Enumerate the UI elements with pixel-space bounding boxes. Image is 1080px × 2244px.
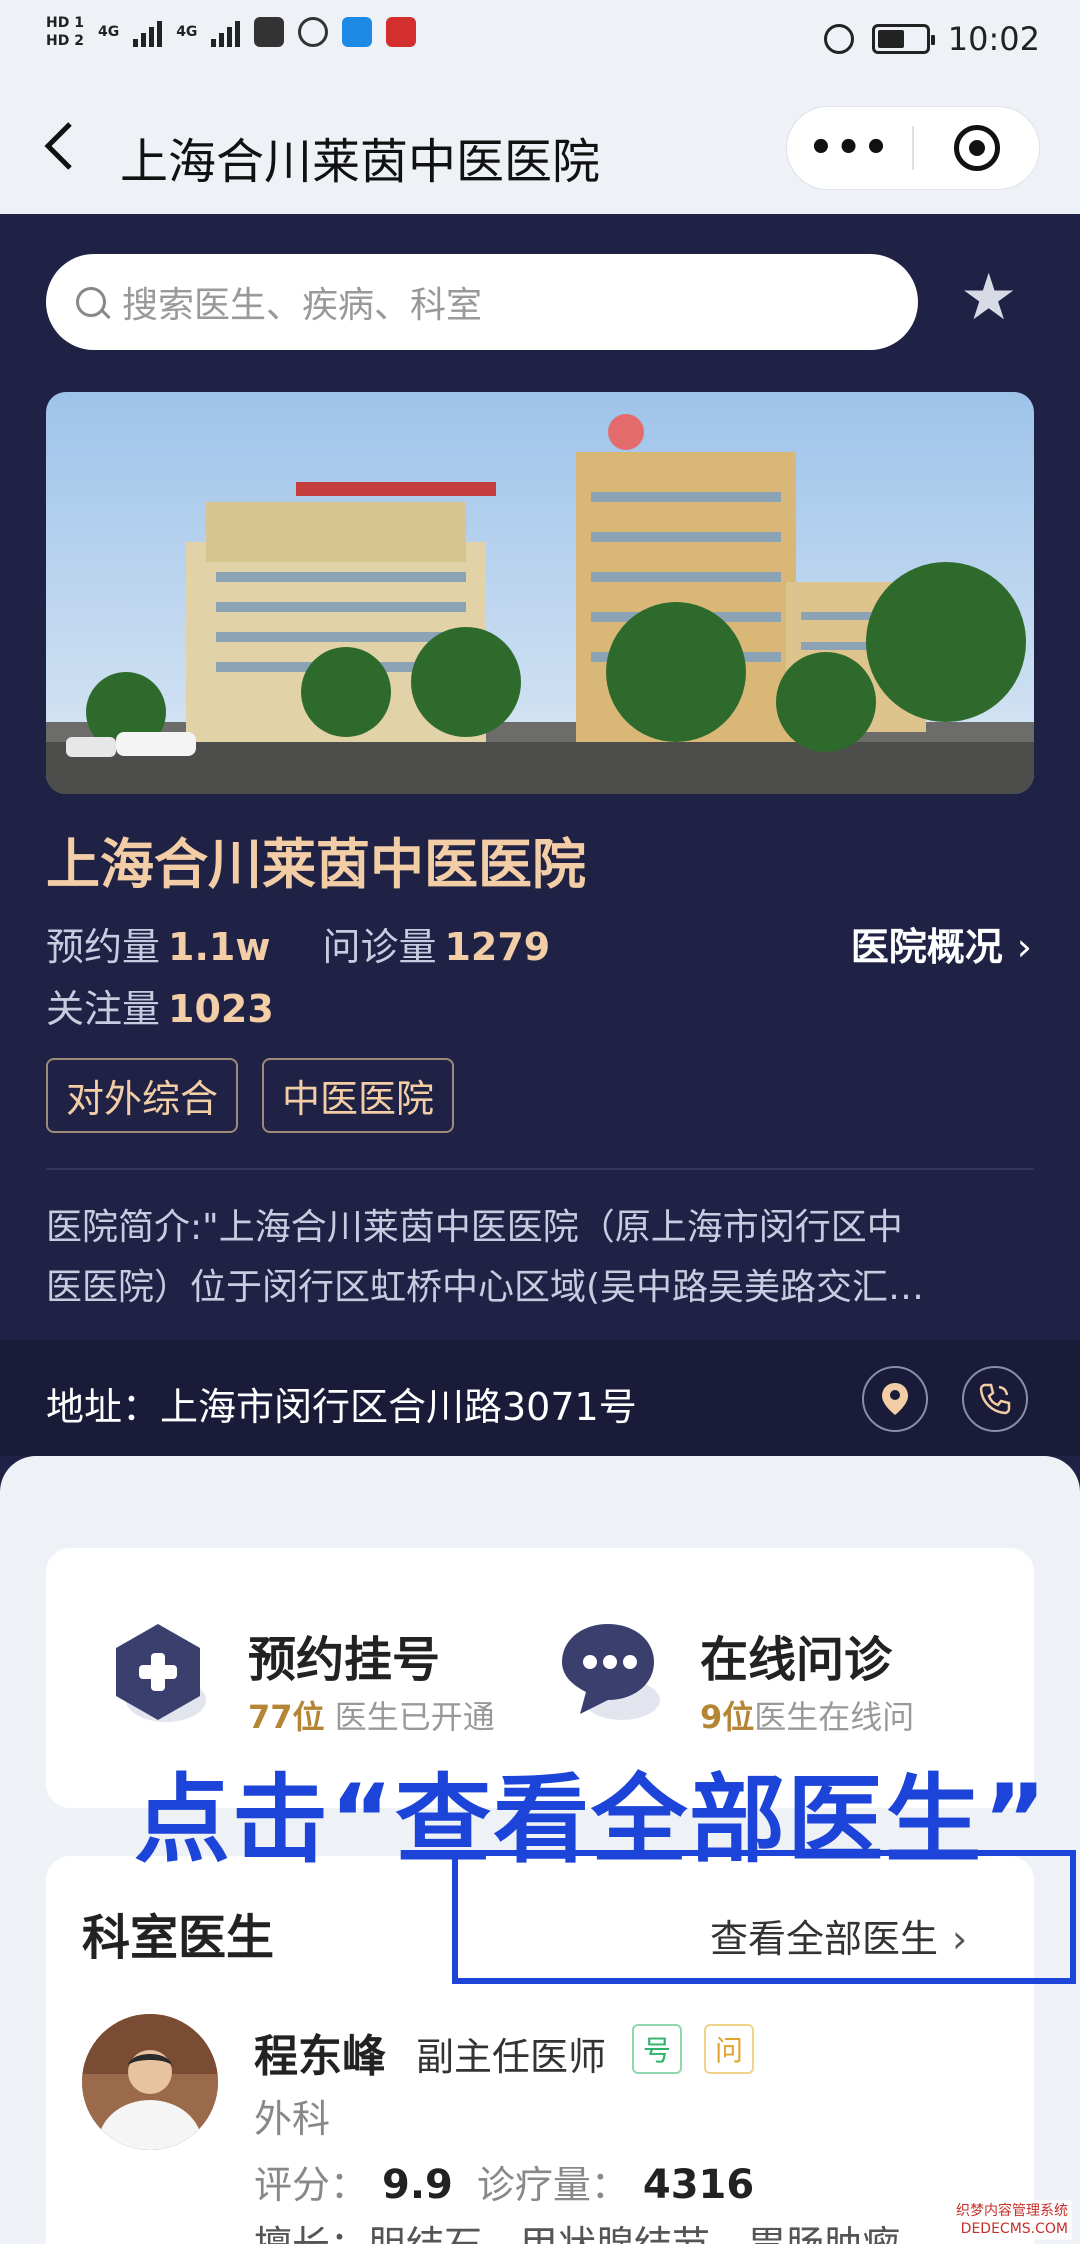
service-title: 在线问诊 bbox=[700, 1632, 893, 1688]
close-miniapp-button[interactable] bbox=[914, 125, 1039, 171]
visits-value: 4316 bbox=[642, 2162, 755, 2208]
doctor-avatar[interactable] bbox=[82, 2014, 218, 2150]
doctor-portrait bbox=[82, 2014, 218, 2150]
chevron-right-icon: › bbox=[1016, 925, 1032, 969]
service-subtitle: 77位 医生已开通 bbox=[248, 1692, 495, 1738]
consult-badge: 问 bbox=[704, 2024, 754, 2074]
hospital-banner-image bbox=[46, 392, 1034, 794]
rating-label: 评分： bbox=[254, 2163, 369, 2207]
watermark: 织梦内容管理系统 DEDECMS.COM bbox=[952, 2200, 1072, 2240]
register-badge: 号 bbox=[632, 2024, 682, 2074]
hospital-overview-link[interactable]: 医院概况 › bbox=[851, 916, 1032, 971]
hospital-building-illustration bbox=[46, 392, 1034, 794]
overview-label: 医院概况 bbox=[850, 925, 1003, 969]
phone-icon bbox=[979, 1383, 1011, 1415]
watermark-line: 织梦内容管理系统 bbox=[956, 2203, 1068, 2219]
message-icon bbox=[254, 17, 285, 47]
service-subtitle: 9位医生在线问 bbox=[700, 1692, 914, 1738]
service-count: 77位 bbox=[248, 1698, 325, 1736]
appointment-count: 1.1w bbox=[168, 925, 271, 969]
more-button[interactable]: ••• bbox=[787, 125, 912, 171]
network-label: 4G bbox=[97, 24, 120, 40]
location-button[interactable] bbox=[862, 1366, 928, 1432]
hospital-tags: 对外综合 中医医院 bbox=[46, 1058, 455, 1133]
plus-hexagon-icon bbox=[116, 1624, 206, 1722]
signal-icon bbox=[133, 17, 163, 47]
hd-indicator: HD 1 HD 2 bbox=[46, 14, 84, 50]
consult-count: 1279 bbox=[444, 925, 551, 969]
doctor-specialty: 擅长：胆结石、甲状腺结节、胃肠肿瘤 bbox=[254, 2214, 900, 2244]
annotation-highlight-box bbox=[452, 1850, 1076, 1984]
location-pin-icon bbox=[882, 1383, 908, 1415]
page-title: 上海合川莱茵中医医院 bbox=[120, 134, 601, 190]
hd1-label: HD 1 bbox=[46, 15, 84, 31]
service-title: 预约挂号 bbox=[248, 1632, 441, 1688]
chat-bubble-icon bbox=[562, 1624, 660, 1720]
network-label-2: 4G bbox=[176, 24, 198, 40]
divider bbox=[46, 1168, 1034, 1170]
tag-item: 中医医院 bbox=[262, 1058, 455, 1133]
intro-line: 医院简介:"上海合川莱茵中医医院（原上海市闵行区中 bbox=[46, 1207, 903, 1248]
miniapp-capsule: ••• bbox=[786, 106, 1040, 190]
hd2-label: HD 2 bbox=[46, 33, 84, 49]
clock: 10:02 bbox=[947, 20, 1040, 58]
doctor-name[interactable]: 程东峰 bbox=[254, 2020, 386, 2084]
bulb-app-icon bbox=[342, 17, 373, 47]
chat-icon bbox=[298, 17, 329, 47]
red-app-icon bbox=[386, 17, 417, 47]
phone-button[interactable] bbox=[962, 1366, 1028, 1432]
hospital-intro[interactable]: 医院简介:"上海合川莱茵中医医院（原上海市闵行区中 医医院）位于闵行区虹桥中心区… bbox=[46, 1198, 1036, 1318]
doctor-rating-row: 评分： 9.9 诊疗量： 4316 bbox=[254, 2154, 778, 2209]
status-bar: HD 1 HD 2 4G 4G 10:02 bbox=[0, 0, 1080, 86]
follow-count: 1023 bbox=[168, 987, 274, 1031]
hospital-name: 上海合川莱茵中医医院 bbox=[46, 833, 586, 896]
target-icon bbox=[953, 125, 1000, 171]
title-bar: 上海合川莱茵中医医院 ••• bbox=[0, 86, 1080, 214]
search-placeholder: 搜索医生、疾病、科室 bbox=[122, 285, 483, 326]
follow-label: 关注量 bbox=[46, 987, 161, 1031]
intro-line: 医医院）位于闵行区虹桥中心区域(吴中路吴美路交汇… bbox=[46, 1267, 925, 1308]
appointment-label: 预约量 bbox=[46, 925, 161, 969]
battery-icon bbox=[871, 24, 935, 54]
favorite-star-icon[interactable]: ★ bbox=[960, 266, 1017, 330]
chevron-left-icon bbox=[44, 122, 72, 170]
search-icon bbox=[76, 287, 106, 317]
consult-label: 问诊量 bbox=[322, 925, 437, 969]
service-count: 9位 bbox=[700, 1698, 755, 1736]
search-input[interactable]: 搜索医生、疾病、科室 bbox=[46, 254, 918, 350]
watermark-line: DEDECMS.COM bbox=[960, 2221, 1068, 2237]
doctor-department: 外科 bbox=[254, 2097, 331, 2141]
service-desc: 医生已开通 bbox=[334, 1698, 495, 1736]
tag-item: 对外综合 bbox=[46, 1058, 239, 1133]
back-button[interactable] bbox=[40, 116, 80, 186]
follow-stat: 关注量 1023 bbox=[46, 978, 274, 1033]
department-title: 科室医生 bbox=[82, 1910, 275, 1966]
rating-value: 9.9 bbox=[382, 2162, 453, 2208]
signal-icon-2 bbox=[211, 17, 241, 47]
visits-label: 诊疗量： bbox=[476, 2163, 629, 2207]
service-desc: 医生在线问 bbox=[754, 1698, 915, 1736]
address-text: 地址：上海市闵行区合川路3071号 bbox=[46, 1385, 637, 1429]
address-bar: 地址：上海市闵行区合川路3071号 bbox=[0, 1340, 1080, 1456]
hospital-stats: 预约量 1.1w 问诊量 1279 bbox=[46, 916, 602, 971]
doctor-title: 副主任医师 bbox=[416, 2035, 607, 2079]
alarm-icon bbox=[823, 24, 854, 54]
